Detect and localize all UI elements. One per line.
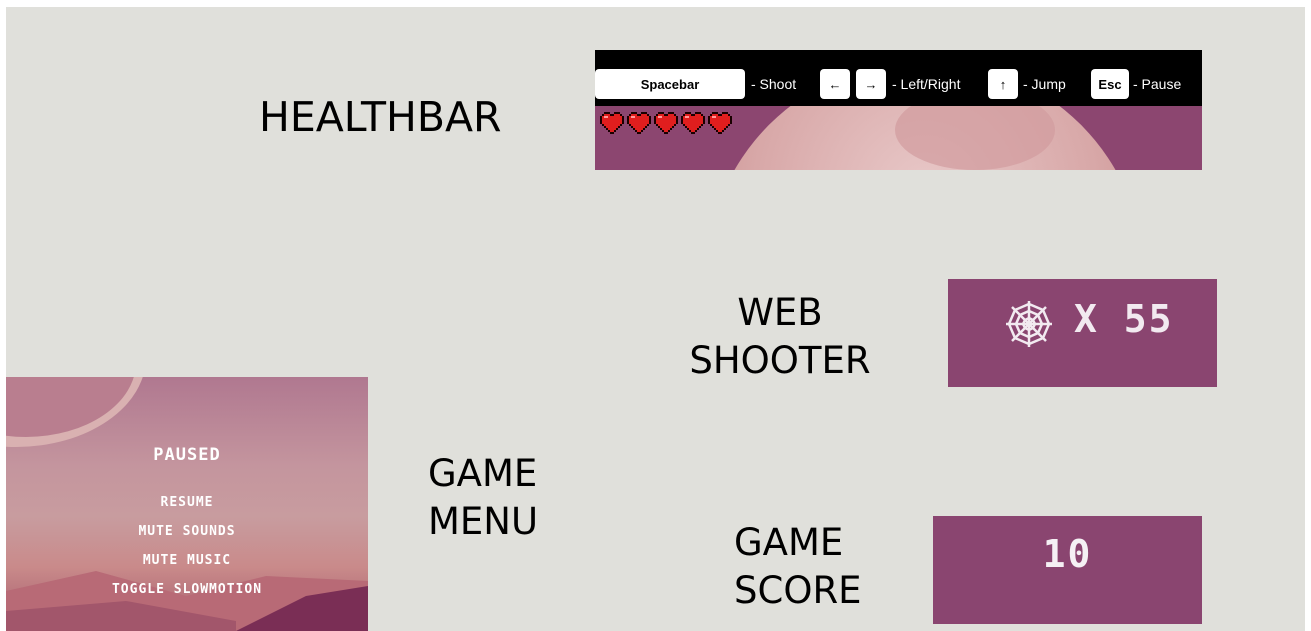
menu-item-mute-music[interactable]: MUTE MUSIC [143, 551, 231, 571]
game-menu-label: GAME MENU [428, 452, 560, 545]
web-shooter-count: X 55 [1074, 297, 1174, 341]
pause-menu-items: RESUME MUTE SOUNDS MUTE MUSIC TOGGLE SLO… [6, 493, 368, 600]
shoot-label: - Shoot [751, 76, 797, 92]
game-score-label-line2: SCORE [734, 569, 862, 613]
paused-title: PAUSED [153, 445, 221, 465]
web-shooter-panel: X 55 [948, 279, 1217, 387]
spacebar-key: Spacebar [595, 69, 745, 99]
game-menu-label-line1: GAME [428, 452, 538, 495]
healthbar-label: HEALTHBAR [259, 93, 502, 141]
web-shooter-label-line2: SHOOTER [689, 339, 871, 383]
left-arrow-key: ← [820, 69, 850, 99]
web-shooter-label: WEB SHOOTER [684, 291, 876, 384]
pause-menu-panel: PAUSED RESUME MUTE SOUNDS MUTE MUSIC TOG… [6, 377, 368, 631]
score-value: 10 [1042, 532, 1093, 576]
esc-key: Esc [1091, 69, 1129, 99]
heart-icon [600, 112, 624, 134]
menu-item-toggle-slowmotion[interactable]: TOGGLE SLOWMOTION [112, 580, 262, 600]
heart-icon [654, 112, 678, 134]
jump-label: - Jump [1023, 76, 1066, 92]
heart-icon [681, 112, 705, 134]
game-score-label-line1: GAME [734, 521, 844, 564]
healthbar-panel: Spacebar - Shoot ← → - Left/Right ↑ - Ju… [595, 50, 1202, 170]
up-arrow-key: ↑ [988, 69, 1018, 99]
score-panel: 10 [933, 516, 1202, 624]
controls-bar: Spacebar - Shoot ← → - Left/Right ↑ - Ju… [595, 50, 1202, 106]
right-arrow-key: → [856, 69, 886, 99]
left-right-label: - Left/Right [892, 76, 961, 92]
health-hearts [600, 112, 732, 134]
heart-icon [708, 112, 732, 134]
menu-item-mute-sounds[interactable]: MUTE SOUNDS [138, 522, 235, 542]
game-score-label: GAME SCORE [734, 521, 874, 614]
game-menu-label-line2: MENU [428, 500, 539, 544]
web-shooter-label-line1: WEB [737, 291, 823, 334]
heart-icon [627, 112, 651, 134]
pause-label: - Pause [1133, 76, 1182, 92]
menu-item-resume[interactable]: RESUME [161, 493, 214, 513]
slide: HEALTHBAR WEB SHOOTER GAME MENU GAME SCO… [6, 7, 1305, 631]
spider-web-icon [1006, 301, 1052, 347]
